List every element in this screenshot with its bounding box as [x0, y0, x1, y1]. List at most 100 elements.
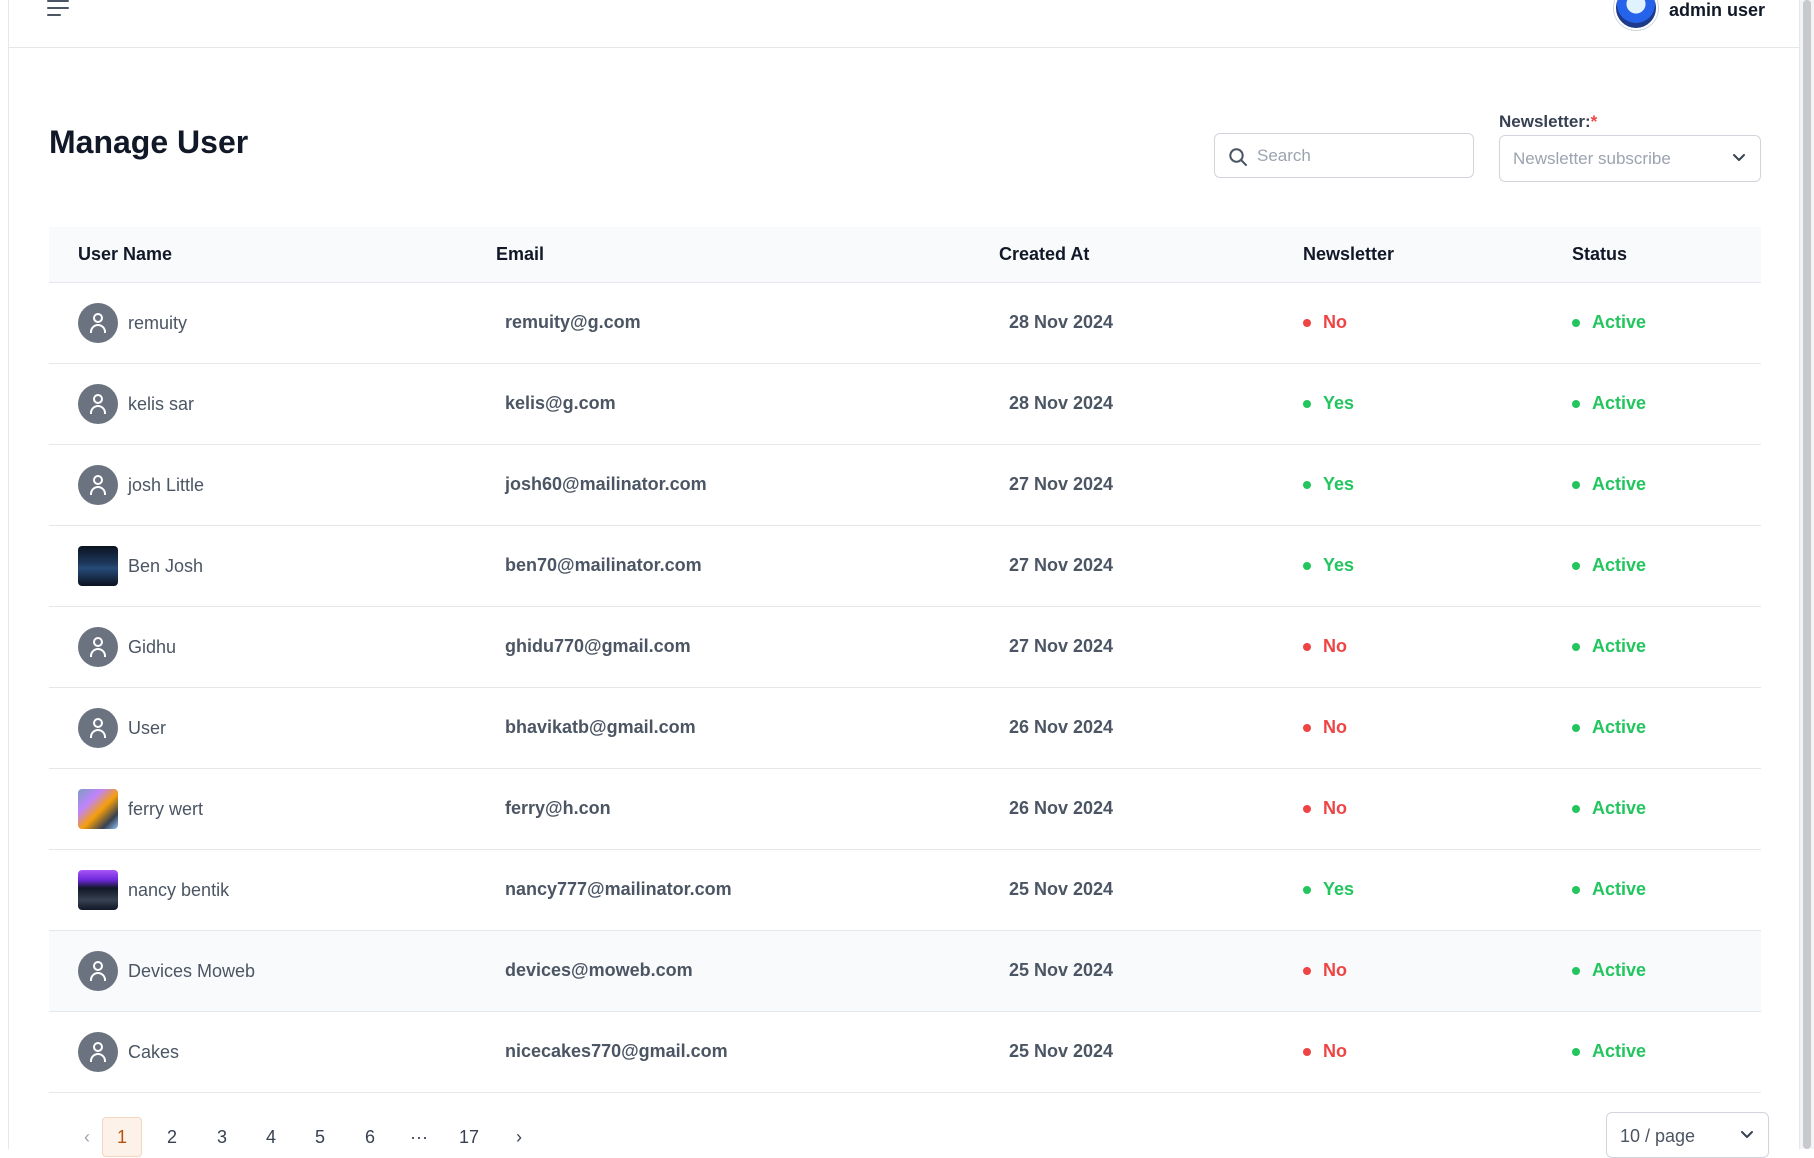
newsletter-badge: No: [1303, 636, 1347, 657]
status-dot: [1303, 885, 1311, 894]
table-row[interactable]: kelis sar kelis@g.com 28 Nov 2024 Yes Active: [49, 364, 1761, 445]
created-at: 28 Nov 2024: [1009, 312, 1114, 332]
user-name: remuity: [128, 312, 188, 333]
user-cell: Gidhu: [78, 627, 176, 667]
table-row[interactable]: User bhavikatb@gmail.com 26 Nov 2024 No Acti…: [49, 688, 1761, 769]
newsletter-badge: Yes: [1303, 393, 1354, 414]
newsletter-badge: No: [1303, 960, 1347, 981]
users-table: User Name Email Created At Newsletter St…: [49, 227, 1761, 1093]
page-5-button[interactable]: 5: [300, 1117, 340, 1157]
newsletter-value: No: [1323, 717, 1347, 737]
user-cell: josh Little: [78, 465, 204, 505]
newsletter-value: No: [1323, 636, 1347, 656]
status-badge: Active: [1572, 879, 1646, 900]
table-row[interactable]: Gidhu ghidu770@gmail.com 27 Nov 2024 No Acti…: [49, 607, 1761, 688]
newsletter-badge: No: [1303, 312, 1347, 333]
user-email: remuity@g.com: [505, 312, 641, 332]
newsletter-filter-select[interactable]: Newsletter subscribe: [1499, 135, 1761, 182]
status-dot: [1572, 561, 1580, 570]
page-size-select[interactable]: 10 / page: [1606, 1112, 1769, 1158]
table-header: User Name Email Created At Newsletter St…: [49, 227, 1761, 283]
chevron-down-icon: [1733, 154, 1745, 161]
table-body: remuity remuity@g.com 28 Nov 2024 No Active k…: [49, 283, 1761, 1093]
search-input[interactable]: [1257, 142, 1462, 170]
user-email: nancy777@mailinator.com: [505, 879, 732, 899]
created-at: 26 Nov 2024: [1009, 717, 1114, 737]
table-row[interactable]: nancy bentik nancy777@mailinator.com 25 No…: [49, 850, 1761, 931]
required-mark: *: [1590, 112, 1598, 131]
newsletter-badge: No: [1303, 1041, 1347, 1062]
column-header-status[interactable]: Status: [1572, 244, 1627, 265]
page-6-button[interactable]: 6: [350, 1117, 390, 1157]
user-avatar-photo: [78, 870, 118, 910]
page-4-button[interactable]: 4: [251, 1117, 291, 1157]
table-row[interactable]: ferry wert ferry@h.con 26 Nov 2024 No Active: [49, 769, 1761, 850]
page-2-button[interactable]: 2: [152, 1117, 192, 1157]
table-row[interactable]: Cakes nicecakes770@gmail.com 25 Nov 2024 No…: [49, 1012, 1761, 1093]
status-dot: [1303, 318, 1311, 327]
pagination-ellipsis[interactable]: ···: [399, 1117, 439, 1157]
user-name: ferry wert: [128, 798, 204, 819]
status-dot: [1572, 399, 1580, 408]
created-at: 28 Nov 2024: [1009, 393, 1114, 413]
status-badge: Active: [1572, 393, 1646, 414]
status-dot: [1303, 561, 1311, 570]
user-cell: kelis sar: [78, 384, 194, 424]
user-email: ben70@mailinator.com: [505, 555, 702, 575]
status-value: Active: [1592, 960, 1647, 980]
user-name: kelis sar: [128, 393, 195, 414]
newsletter-value: No: [1323, 1041, 1347, 1061]
admin-name[interactable]: admin user: [1669, 0, 1765, 21]
user-avatar-photo: [78, 789, 118, 829]
newsletter-badge: No: [1303, 798, 1347, 819]
admin-avatar[interactable]: [1614, 0, 1658, 30]
user-name: Cakes: [128, 1041, 180, 1062]
user-icon: [78, 384, 118, 424]
search-box[interactable]: [1214, 133, 1474, 178]
table-row[interactable]: Devices Moweb devices@moweb.com 25 Nov 202…: [49, 931, 1761, 1012]
page-1-button[interactable]: 1: [102, 1117, 142, 1157]
column-header-created-at[interactable]: Created At: [999, 244, 1089, 265]
prev-page-button[interactable]: ‹: [67, 1117, 107, 1157]
status-badge: Active: [1572, 312, 1646, 333]
hamburger-menu-icon[interactable]: [47, 0, 71, 18]
table-row[interactable]: josh Little josh60@mailinator.com 27 Nov 2…: [49, 445, 1761, 526]
top-bar: admin user: [9, 0, 1801, 48]
table-row[interactable]: remuity remuity@g.com 28 Nov 2024 No Active: [49, 283, 1761, 364]
next-page-button[interactable]: ›: [499, 1117, 539, 1157]
user-cell: remuity: [78, 303, 187, 343]
newsletter-badge: Yes: [1303, 555, 1354, 576]
user-email: nicecakes770@gmail.com: [505, 1041, 728, 1061]
page-last-button[interactable]: 17: [449, 1117, 489, 1157]
column-header-newsletter[interactable]: Newsletter: [1303, 244, 1394, 265]
status-value: Active: [1592, 798, 1647, 818]
status-value: Active: [1592, 555, 1647, 575]
status-dot: [1572, 885, 1580, 894]
chevron-down-icon: [1741, 1131, 1753, 1138]
newsletter-badge: Yes: [1303, 879, 1354, 900]
page-title: Manage User: [49, 124, 249, 160]
status-dot: [1572, 804, 1580, 813]
user-cell: Cakes: [78, 1032, 179, 1072]
column-header-email[interactable]: Email: [496, 244, 544, 265]
status-value: Active: [1592, 393, 1647, 413]
user-icon: [78, 465, 118, 505]
user-avatar-photo: [78, 546, 118, 586]
page-3-button[interactable]: 3: [202, 1117, 242, 1157]
newsletter-value: No: [1323, 798, 1347, 818]
status-dot: [1572, 966, 1580, 975]
user-email: devices@moweb.com: [505, 960, 693, 980]
status-badge: Active: [1572, 636, 1646, 657]
created-at: 25 Nov 2024: [1009, 960, 1114, 980]
column-header-user-name[interactable]: User Name: [78, 244, 172, 265]
newsletter-value: No: [1323, 960, 1347, 980]
newsletter-badge: Yes: [1303, 474, 1354, 495]
status-value: Active: [1592, 717, 1647, 737]
user-email: kelis@g.com: [505, 393, 616, 413]
user-icon: [78, 303, 118, 343]
table-row[interactable]: Ben Josh ben70@mailinator.com 27 Nov 2024 Y…: [49, 526, 1761, 607]
created-at: 25 Nov 2024: [1009, 1041, 1114, 1061]
scrollbar-thumb[interactable]: [1803, 0, 1811, 1149]
status-value: Active: [1592, 1041, 1647, 1061]
user-cell: nancy bentik: [78, 870, 229, 910]
